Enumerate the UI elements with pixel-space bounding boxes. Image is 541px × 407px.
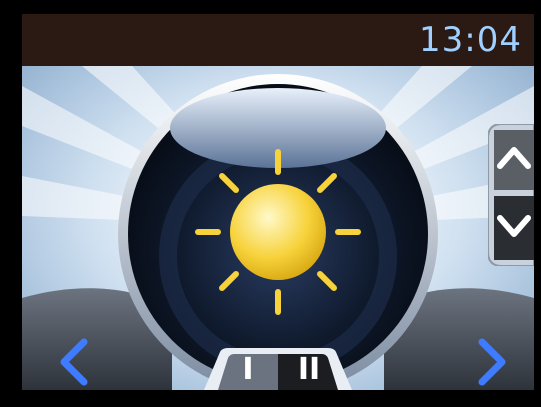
device-display: 13:04 I II xyxy=(0,0,541,407)
mode-tabs: I II xyxy=(200,348,356,390)
clock: 13:04 xyxy=(419,20,522,60)
previous-button[interactable] xyxy=(54,336,94,388)
mode-tab-1[interactable]: I xyxy=(218,348,278,390)
main-screen: I II xyxy=(22,66,534,390)
chevron-down-icon xyxy=(497,215,531,237)
up-down-control xyxy=(488,124,534,266)
chevron-right-icon xyxy=(478,338,506,386)
mode-tab-2[interactable]: II xyxy=(278,348,340,390)
status-bar: 13:04 xyxy=(22,14,534,66)
down-button[interactable] xyxy=(488,194,534,260)
next-button[interactable] xyxy=(472,336,512,388)
up-button[interactable] xyxy=(488,124,534,188)
chevron-left-icon xyxy=(60,338,88,386)
chevron-up-icon xyxy=(497,147,531,169)
screen-art xyxy=(22,66,534,390)
